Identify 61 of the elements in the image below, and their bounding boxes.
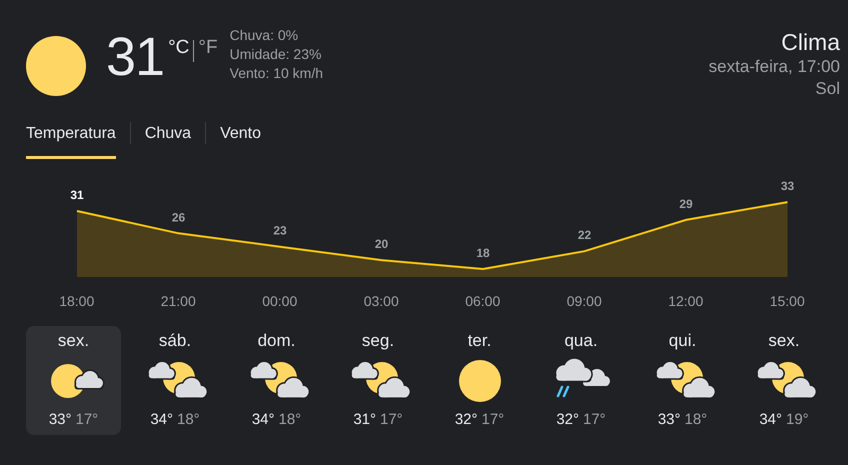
day-name: sex. bbox=[768, 330, 800, 352]
high-temp: 34° bbox=[252, 411, 274, 429]
time-label: 15:00 bbox=[768, 292, 806, 311]
temperature-reading: 31 bbox=[106, 30, 164, 84]
time-label: 12:00 bbox=[667, 292, 704, 311]
weather-detail: Chuva: 0% bbox=[230, 26, 300, 45]
day-name: qua. bbox=[564, 330, 598, 352]
low-temp: 17° bbox=[583, 411, 606, 429]
weather-detail: Umidade: 23% bbox=[230, 45, 322, 64]
time-label: 06:00 bbox=[464, 292, 502, 311]
sun-icon bbox=[26, 36, 86, 96]
high-temp: 32° bbox=[454, 411, 478, 429]
time-label: 09:00 bbox=[566, 292, 603, 311]
day-forecast[interactable]: ter. 32° 17° bbox=[432, 326, 527, 435]
data-label: 29 bbox=[679, 196, 693, 211]
low-temp: 18° bbox=[278, 411, 302, 429]
weather-detail: Vento: 10 km/h bbox=[230, 64, 324, 83]
day-name: ter. bbox=[468, 330, 492, 352]
high-temp: 31° bbox=[353, 411, 376, 429]
time-label: 03:00 bbox=[362, 292, 400, 311]
day-name: seg. bbox=[362, 330, 394, 352]
date-time: sexta-feira, 17:00 bbox=[708, 56, 840, 78]
low-temp: 17° bbox=[76, 411, 98, 429]
day-forecast[interactable]: sex. 34° 19° bbox=[736, 326, 832, 435]
day-forecast[interactable]: qua. 32° 17° bbox=[534, 326, 628, 435]
tab[interactable]: Temperatura bbox=[26, 118, 116, 159]
high-temp: 34° bbox=[150, 411, 173, 429]
day-name: qui. bbox=[668, 330, 696, 352]
data-label: 18 bbox=[476, 246, 490, 260]
time-label: 18:00 bbox=[58, 292, 96, 311]
day-forecast[interactable]: dom. 34° 18° bbox=[229, 326, 324, 435]
time-label: 21:00 bbox=[160, 292, 197, 311]
data-label: 20 bbox=[374, 237, 388, 252]
day-name: sáb. bbox=[158, 330, 192, 352]
tab[interactable]: Chuva bbox=[144, 118, 192, 159]
low-temp: 18° bbox=[684, 411, 708, 429]
widget-title: Clima bbox=[780, 28, 840, 56]
day-name: dom. bbox=[258, 330, 296, 352]
low-temp: 17° bbox=[380, 411, 403, 429]
high-temp: 33° bbox=[48, 411, 72, 429]
data-label: 33 bbox=[780, 179, 794, 194]
day-forecast[interactable]: sex. 33° 17° bbox=[26, 326, 121, 435]
low-temp: 19° bbox=[786, 411, 809, 429]
data-label: 23 bbox=[273, 224, 287, 238]
unit-toggle[interactable]: °C bbox=[168, 38, 190, 57]
high-temp: 34° bbox=[759, 411, 782, 429]
day-forecast[interactable]: seg. 31° 17° bbox=[330, 326, 426, 435]
unit-toggle[interactable]: °F bbox=[198, 38, 218, 57]
high-temp: 33° bbox=[658, 411, 680, 429]
low-temp: 18° bbox=[177, 411, 200, 429]
condition-label: Sol bbox=[814, 78, 840, 100]
tab[interactable]: Vento bbox=[220, 118, 262, 159]
high-temp: 32° bbox=[556, 411, 579, 429]
time-label: 00:00 bbox=[261, 292, 298, 311]
low-temp: 17° bbox=[482, 411, 504, 429]
day-forecast[interactable]: qui. 33° 18° bbox=[635, 326, 730, 435]
data-label: 26 bbox=[172, 210, 186, 224]
day-forecast[interactable]: sáb. 34° 18° bbox=[128, 326, 222, 435]
day-name: sex. bbox=[58, 330, 90, 352]
data-label: 22 bbox=[578, 228, 592, 242]
data-label: 31 bbox=[70, 188, 84, 202]
